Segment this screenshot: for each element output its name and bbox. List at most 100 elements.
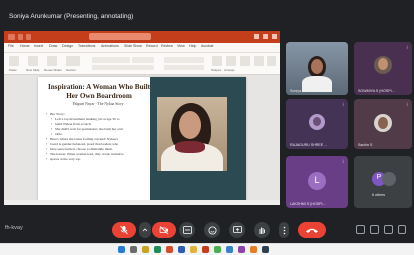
- font-format-row[interactable]: [92, 65, 154, 70]
- avatar-initial: L: [314, 175, 320, 185]
- app-icon[interactable]: [226, 246, 233, 253]
- screen: Soniya Arunkumar (Presenting, annotating…: [0, 0, 414, 255]
- participant-face: [313, 117, 321, 126]
- mic-muted-icon: ⁝: [342, 159, 344, 165]
- present-button[interactable]: [229, 222, 245, 238]
- info-icon[interactable]: [356, 225, 365, 234]
- others-avatar-2: [382, 172, 396, 186]
- tab-review[interactable]: Review: [161, 44, 173, 48]
- tab-record[interactable]: Record: [146, 44, 158, 48]
- quick-styles-icon[interactable]: [240, 56, 250, 66]
- tab-insert[interactable]: Insert: [34, 44, 43, 48]
- app-icon[interactable]: [262, 246, 269, 253]
- tab-file[interactable]: File: [8, 44, 14, 48]
- app-icon[interactable]: [250, 246, 257, 253]
- participant-name: Soniya Arunkumar: [290, 89, 320, 93]
- photo-scarf: [175, 141, 205, 153]
- search-icon[interactable]: [130, 246, 137, 253]
- font-box[interactable]: [92, 57, 130, 63]
- camera-toggle-button[interactable]: [152, 222, 176, 238]
- mic-options-button[interactable]: [139, 222, 151, 238]
- edge-icon[interactable]: [154, 246, 161, 253]
- captions-button[interactable]: [179, 222, 195, 238]
- tab-acrobat[interactable]: Acrobat: [201, 44, 213, 48]
- maximize-icon[interactable]: [263, 34, 268, 39]
- ribbon-label-paste: Paste: [9, 68, 17, 72]
- activities-icon[interactable]: [398, 225, 406, 234]
- leave-call-button[interactable]: [298, 222, 326, 238]
- more-vert-icon: [283, 226, 285, 234]
- meet-window: Soniya Arunkumar (Presenting, annotating…: [0, 0, 414, 243]
- tab-slide-show[interactable]: Slide Show: [124, 44, 142, 48]
- minimize-icon[interactable]: [254, 34, 259, 39]
- others-tile[interactable]: P 6 others: [354, 156, 412, 208]
- align-row[interactable]: [164, 65, 204, 70]
- tab-animations[interactable]: Animations: [101, 44, 119, 48]
- app-icon[interactable]: [178, 246, 185, 253]
- chevron-up-icon: [142, 228, 148, 232]
- ribbon-label-arrange: Arrange: [224, 68, 235, 72]
- font-size-box[interactable]: [132, 57, 154, 63]
- tab-design[interactable]: Design: [62, 44, 73, 48]
- undo-icon[interactable]: [26, 34, 31, 40]
- tab-draw[interactable]: Draw: [49, 44, 57, 48]
- others-count: 6 others: [372, 193, 385, 197]
- shapes-icon[interactable]: [212, 56, 222, 66]
- mic-muted-icon: ⁝: [342, 102, 344, 108]
- raise-hand-button[interactable]: [254, 222, 270, 238]
- slide-bullet: spaces at the very top.: [46, 157, 150, 162]
- app-icon[interactable]: [166, 246, 173, 253]
- reuse-slides-icon[interactable]: [47, 56, 57, 66]
- app-icon[interactable]: [238, 246, 245, 253]
- start-icon[interactable]: [118, 246, 125, 253]
- participant-name: SOWMIYA S (HOSPI...: [358, 89, 395, 93]
- slide[interactable]: Inspiration: A Woman Who Built Her Own B…: [38, 77, 246, 203]
- emoji-icon: [208, 226, 216, 234]
- app-icon[interactable]: [190, 246, 197, 253]
- dictate-icon[interactable]: [254, 56, 264, 66]
- mic-muted-icon: ⁝: [406, 45, 408, 51]
- slide-canvas: Inspiration: A Woman Who Built Her Own B…: [4, 75, 280, 205]
- tab-home[interactable]: Home: [20, 44, 30, 48]
- designer-icon[interactable]: [267, 56, 276, 66]
- paragraph-box[interactable]: [164, 57, 204, 63]
- phone-hangup-icon: [306, 228, 318, 233]
- top-bar: Soniya Arunkumar (Presenting, annotating…: [0, 0, 414, 30]
- section-icon[interactable]: [66, 56, 80, 66]
- paste-icon[interactable]: [9, 56, 19, 66]
- powerpoint-icon[interactable]: [202, 246, 209, 253]
- ppt-search-box[interactable]: [89, 33, 151, 40]
- participant-tile[interactable]: Soniya Arunkumar: [286, 42, 348, 95]
- chrome-icon[interactable]: [214, 246, 221, 253]
- slide-heading: Inspiration: A Woman Who Built Her Own B…: [48, 83, 150, 100]
- slide-bullets: Her Story:Left a top investment banking …: [46, 112, 150, 162]
- hand-icon: [259, 227, 265, 234]
- arrange-icon[interactable]: [226, 56, 236, 66]
- participant-tile[interactable]: ⁝ Sachin S: [354, 99, 412, 149]
- tab-transitions[interactable]: Transitions: [78, 44, 95, 48]
- new-slide-icon[interactable]: [28, 56, 38, 66]
- ppt-title-bar: [4, 31, 280, 43]
- save-icon[interactable]: [18, 34, 23, 40]
- taskbar: [0, 243, 414, 255]
- tab-help[interactable]: Help: [189, 44, 196, 48]
- presenter-label: Soniya Arunkumar (Presenting, annotating…: [9, 13, 134, 20]
- ppt-ribbon: Paste New Slide Reuse Slides Section Sha…: [4, 53, 280, 75]
- people-icon[interactable]: [370, 225, 379, 234]
- mic-toggle-button[interactable]: [112, 222, 136, 238]
- mic-off-icon: [120, 225, 128, 235]
- close-icon[interactable]: [272, 34, 277, 39]
- chat-icon[interactable]: [384, 225, 393, 234]
- participant-tile[interactable]: ⁝ RAJAGURU SHREE ...: [286, 99, 348, 149]
- photo-face: [179, 111, 201, 139]
- mic-muted-icon: ⁝: [406, 102, 408, 108]
- emoji-button[interactable]: [204, 222, 220, 238]
- tab-view[interactable]: View: [177, 44, 185, 48]
- more-options-button[interactable]: [279, 222, 289, 238]
- participant-tile[interactable]: L ⁝ LAKSHMI S (HOSPI...: [286, 156, 348, 208]
- participant-tile[interactable]: ⁝ SOWMIYA S (HOSPI...: [354, 42, 412, 95]
- participant-face: [378, 58, 388, 70]
- shared-presentation[interactable]: File Home Insert Draw Design Transitions…: [4, 31, 280, 205]
- autosave-icon[interactable]: [8, 34, 15, 40]
- file-explorer-icon[interactable]: [142, 246, 149, 253]
